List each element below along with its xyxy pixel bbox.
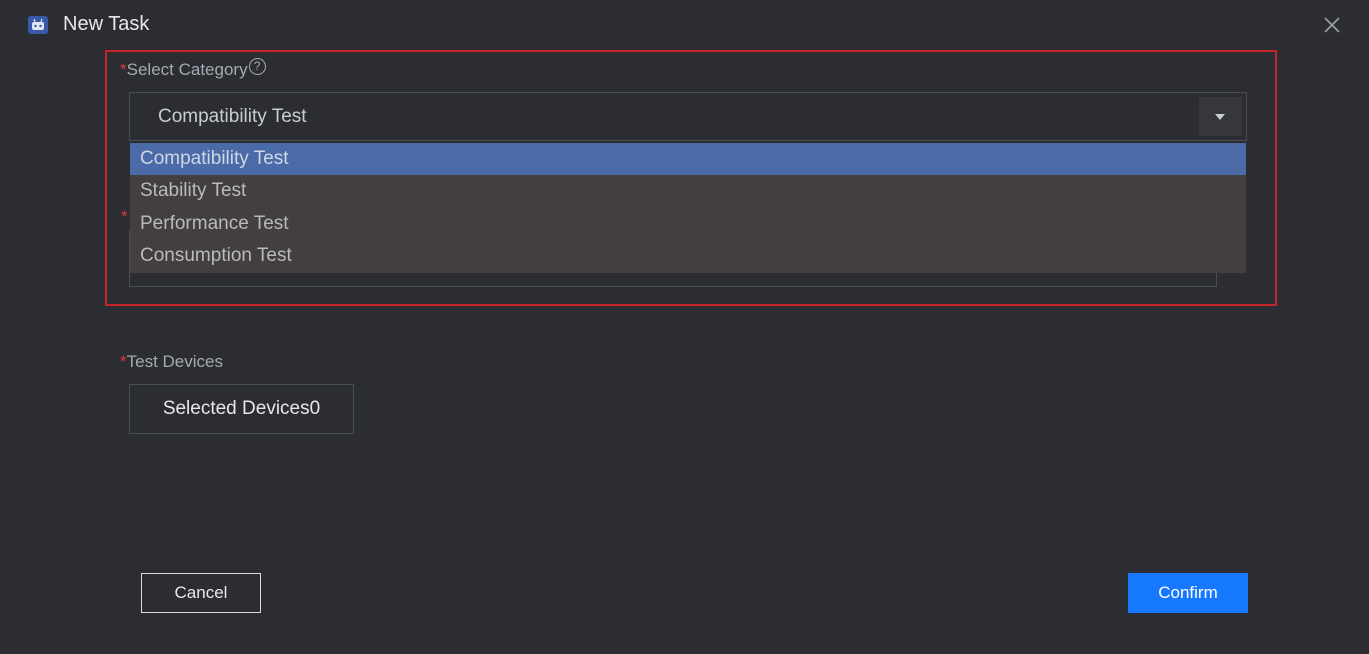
required-mark: *	[120, 352, 127, 371]
devices-label-text: Test Devices	[126, 352, 223, 371]
cancel-button[interactable]: Cancel	[141, 573, 261, 613]
close-icon[interactable]	[1321, 14, 1343, 36]
confirm-button[interactable]: Confirm	[1128, 573, 1248, 613]
new-task-dialog: New Task * *Select Category? Compatibili…	[0, 0, 1369, 654]
devices-label: *Test Devices	[120, 352, 223, 372]
dialog-title: New Task	[63, 13, 150, 35]
title-bar: New Task	[0, 0, 1369, 52]
app-icon	[28, 16, 48, 34]
selected-devices-button[interactable]: Selected Devices0	[129, 384, 354, 434]
highlight-box	[105, 50, 1277, 306]
